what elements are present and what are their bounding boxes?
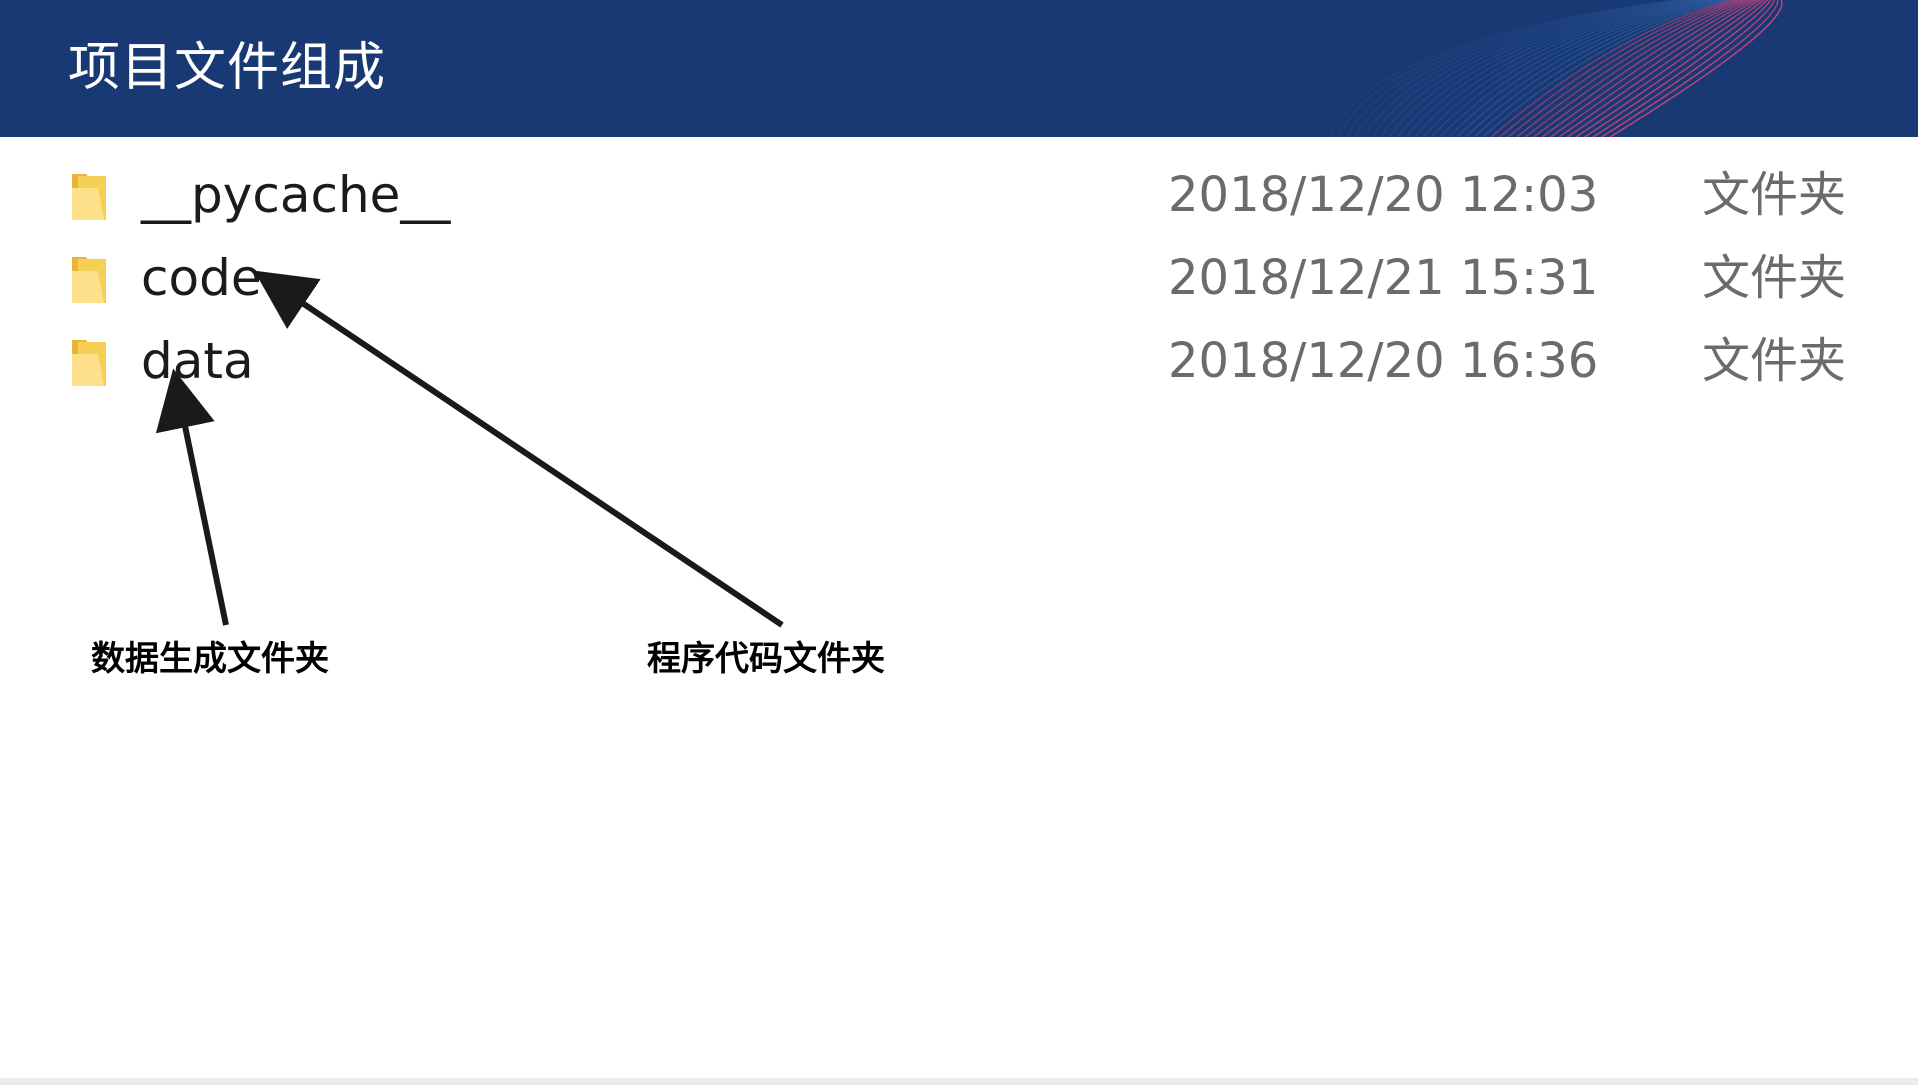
arrow-to-data <box>155 368 229 626</box>
file-type: 文件夹 <box>1702 333 1847 389</box>
file-row-code[interactable]: code 2018/12/21 15:31 文件夹 <box>0 239 1918 319</box>
file-name[interactable]: code <box>141 243 262 313</box>
file-modified-date: 2018/12/21 15:31 <box>1168 250 1599 306</box>
bottom-divider <box>0 1078 1918 1085</box>
file-name[interactable]: data <box>141 326 254 396</box>
file-name[interactable]: __pycache__ <box>141 160 450 230</box>
title-bar: 项目文件组成 <box>0 0 1918 137</box>
page-title: 项目文件组成 <box>68 38 387 98</box>
folder-icon <box>72 340 106 386</box>
file-modified-date: 2018/12/20 16:36 <box>1168 333 1599 389</box>
file-modified-date: 2018/12/20 12:03 <box>1168 167 1599 223</box>
code-folder-annotation: 程序代码文件夹 <box>647 639 885 679</box>
folder-icon <box>72 257 106 303</box>
file-row-data[interactable]: data 2018/12/20 16:36 文件夹 <box>0 322 1918 402</box>
decorative-lines <box>1329 0 1783 137</box>
file-type: 文件夹 <box>1702 250 1847 306</box>
file-row-pycache[interactable]: __pycache__ 2018/12/20 12:03 文件夹 <box>0 156 1918 236</box>
file-type: 文件夹 <box>1702 167 1847 223</box>
data-folder-annotation: 数据生成文件夹 <box>91 639 329 679</box>
folder-icon <box>72 174 106 220</box>
slide: 项目文件组成 __pycache__ 2018/12/20 12:03 文件夹 … <box>0 0 1918 1085</box>
